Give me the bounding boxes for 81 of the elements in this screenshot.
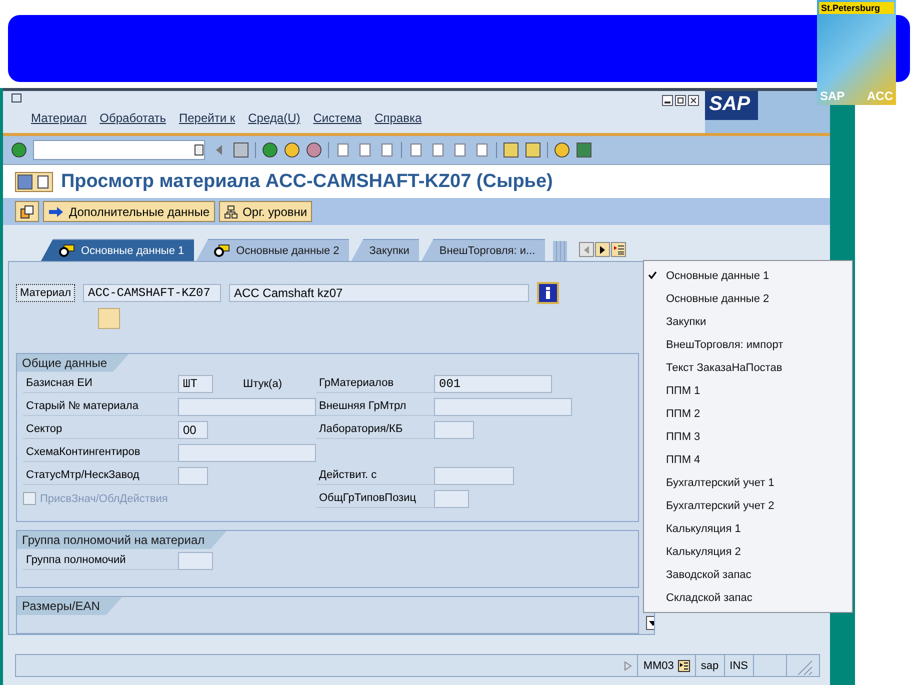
input-field[interactable] [434,398,572,416]
tab[interactable]: Основные данные 2 [196,239,350,261]
client-text: sap [694,655,724,676]
minimize-icon[interactable] [662,95,673,106]
menu-item[interactable]: Складской запас [644,586,852,609]
menu-item[interactable]: Система [313,111,362,125]
unit-text: Штук(а) [243,378,282,390]
field-label: Группа полномочий [23,552,178,570]
menu-item[interactable]: Калькуляция 2 [644,540,852,563]
tab-icon [214,244,230,257]
menu-item[interactable]: ППМ 4 [644,448,852,471]
menu-item[interactable]: Бухгалтерский учет 1 [644,471,852,494]
tab[interactable]: Закупки [351,239,420,261]
field-label: Базисная ЕИ [23,374,178,393]
caret-left-icon [584,246,590,254]
menu-item[interactable]: Основные данные 2 [644,287,852,310]
logo-center: ACC [867,89,893,103]
switch-view-button[interactable] [15,201,39,222]
input-field[interactable]: ACC Camshaft kz07 [229,284,529,302]
field-label: Сектор [23,420,178,439]
menu-item[interactable]: Калькуляция 1 [644,517,852,540]
triangle-right-icon[interactable] [624,660,632,670]
logo-brand: SAP [820,89,845,103]
menu-item[interactable]: Справка [374,111,422,125]
input-field[interactable] [434,490,469,508]
menu-item[interactable]: Обработать [100,111,166,125]
info-icon [545,287,551,299]
input-field[interactable]: 001 [434,374,552,393]
mode-text: INS [724,655,753,676]
menu-item[interactable]: Материал [31,111,87,125]
input-field[interactable] [178,466,208,485]
transaction-code: MM03 [643,660,674,672]
additional-data-button[interactable]: Дополнительные данные [43,201,215,222]
menu-item[interactable]: Среда(U) [248,111,300,125]
menu-item[interactable]: Заводской запас [644,563,852,586]
tab[interactable]: ВнешТорговля: и... [421,239,546,261]
command-field[interactable] [33,140,205,160]
logo-city: St.Petersburg [819,2,894,14]
input-field[interactable]: ШТ [178,374,213,393]
group-title: Общие данные [17,354,130,372]
menu-item[interactable]: Перейти к [179,111,236,125]
close-icon[interactable] [688,95,699,106]
input-field[interactable] [178,552,213,570]
caret-right-icon [600,246,606,254]
menu-item[interactable]: ППМ 3 [644,425,852,448]
field-label: Материал [16,284,75,302]
field-label: СхемаКонтингентиров [23,444,178,462]
group-title: Группа полномочий на материал [17,530,227,549]
menu-item[interactable]: ППМ 1 [644,379,852,402]
window-menu-icon[interactable] [11,93,23,104]
menu-item[interactable]: Текст ЗаказаНаПостав [644,356,852,379]
hierarchy-icon [224,204,238,218]
menu-item[interactable]: Основные данные 1 [644,264,852,287]
menu-item[interactable]: Закупки [644,310,852,333]
input-field[interactable] [434,420,474,439]
tab-stack [553,241,568,261]
group-title: Размеры/EAN [17,597,122,616]
tab-list-button[interactable] [611,242,626,257]
field-label: СтатусМтр/НескЗавод [23,466,178,485]
tab-icon [59,244,75,257]
menu-item[interactable]: Бухгалтерский учет 2 [644,494,852,517]
arrow-icon [48,206,64,218]
sap-logo: SAP [705,91,758,120]
tab[interactable]: Основные данные 1 [41,239,194,261]
maximize-icon[interactable] [675,95,686,106]
list-icon [614,244,624,254]
input-field[interactable]: ACC-CAMSHAFT-KZ07 [83,284,221,302]
input-field[interactable] [434,466,514,485]
scroll-right-button[interactable] [595,242,610,257]
windows-icon [20,204,34,218]
org-levels-button[interactable]: Орг. уровни [218,201,312,222]
field-label: Старый № материала [23,398,178,416]
info-button[interactable] [537,282,559,304]
screen-title: Просмотр материала ACC-CAMSHAFT-KZ07 (Сырье) [61,170,553,192]
title-icons[interactable] [15,172,53,192]
menu-item[interactable]: ППМ 2 [644,402,852,425]
input-field[interactable] [178,444,316,462]
input-field[interactable] [178,398,316,416]
input-field[interactable]: 00 [178,420,208,439]
list-icon[interactable] [678,660,690,672]
menu-item[interactable]: ВнешТорговля: импорт [644,333,852,356]
